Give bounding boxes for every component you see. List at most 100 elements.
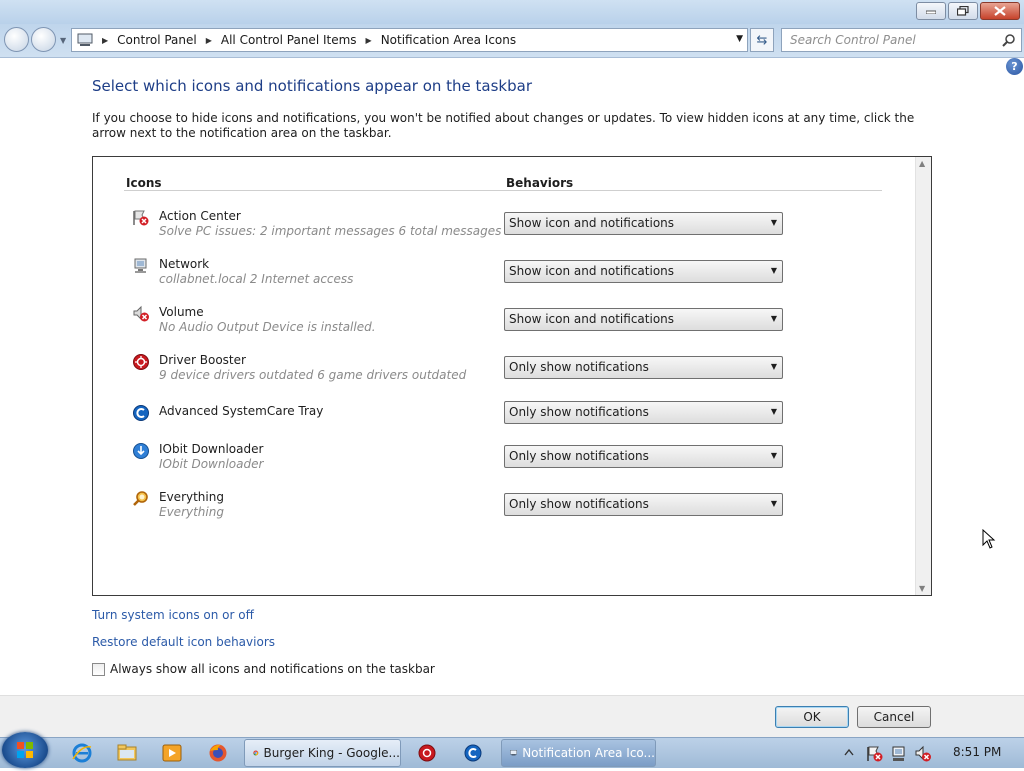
taskbar-item-label: Burger King - Google... bbox=[263, 746, 400, 760]
restore-defaults-link[interactable]: Restore default icon behaviors bbox=[92, 635, 275, 649]
breadcrumb-separator: ▶ bbox=[102, 35, 109, 45]
page-description: If you choose to hide icons and notifica… bbox=[92, 111, 915, 140]
refresh-icon: ⇆ bbox=[756, 32, 768, 48]
icon-name: Action Center bbox=[159, 209, 241, 223]
behavior-dropdown[interactable]: Only show notifications ▼ bbox=[504, 493, 783, 516]
close-button[interactable] bbox=[980, 2, 1020, 20]
show-hidden-icons-arrow-icon[interactable] bbox=[844, 748, 854, 756]
file-explorer-icon[interactable] bbox=[115, 741, 139, 765]
list-item: Driver Booster 9 device drivers outdated… bbox=[124, 353, 904, 393]
search-box[interactable] bbox=[781, 28, 1022, 52]
mouse-cursor-icon bbox=[982, 529, 996, 549]
network-icon bbox=[134, 258, 147, 273]
tray-network-icon[interactable] bbox=[890, 745, 908, 763]
icon-status: collabnet.local 2 Internet access bbox=[159, 272, 354, 286]
icon-status: Solve PC issues: 2 important messages 6 … bbox=[159, 224, 502, 238]
dropdown-arrow-icon: ▼ bbox=[770, 266, 777, 275]
restore-icon bbox=[957, 6, 969, 16]
always-show-row: Always show all icons and notifications … bbox=[92, 662, 435, 676]
recent-pages-dropdown[interactable]: ▼ bbox=[60, 36, 66, 45]
icon-status: IObit Downloader bbox=[159, 457, 264, 471]
breadcrumb-notification-area-icons[interactable]: Notification Area Icons bbox=[381, 33, 516, 47]
control-panel-taskbar-icon bbox=[510, 750, 517, 756]
driver-booster-taskbar-icon[interactable] bbox=[415, 741, 439, 765]
breadcrumb-all-control-panel-items[interactable]: All Control Panel Items bbox=[221, 33, 357, 47]
close-icon bbox=[994, 6, 1006, 16]
dropdown-arrow-icon: ▼ bbox=[770, 407, 777, 416]
restore-button[interactable] bbox=[948, 2, 978, 20]
vertical-scrollbar[interactable]: ▲ ▼ bbox=[915, 157, 931, 595]
list-item: Everything Everything Only show notifica… bbox=[124, 490, 904, 530]
tray-volume-icon[interactable] bbox=[914, 745, 932, 763]
list-item: IObit Downloader IObit Downloader Only s… bbox=[124, 442, 904, 482]
icon-name: Driver Booster bbox=[159, 353, 246, 367]
breadcrumb-separator[interactable]: ▶ bbox=[206, 36, 212, 45]
icon-name: Everything bbox=[159, 490, 224, 504]
behavior-value: Only show notifications bbox=[509, 449, 649, 463]
taskbar-item-notification-area-icons[interactable]: Notification Area Ico... bbox=[501, 739, 656, 767]
behavior-dropdown[interactable]: Show icon and notifications ▼ bbox=[504, 308, 783, 331]
icon-name: Network bbox=[159, 257, 210, 271]
scroll-down-arrow-icon[interactable]: ▼ bbox=[919, 584, 925, 593]
icon-status: Everything bbox=[159, 505, 224, 519]
taskbar-item-chrome[interactable]: Burger King - Google... bbox=[244, 739, 401, 767]
search-input[interactable] bbox=[788, 30, 998, 50]
navigation-bar: ▼ ▶ Control Panel ▶ All Control Panel It… bbox=[0, 24, 1024, 58]
chrome-icon bbox=[253, 750, 259, 756]
minimize-button[interactable] bbox=[916, 2, 946, 20]
start-button[interactable] bbox=[2, 732, 48, 768]
behavior-value: Show icon and notifications bbox=[509, 264, 675, 278]
breadcrumb-separator[interactable]: ▶ bbox=[366, 36, 372, 45]
internet-explorer-icon[interactable] bbox=[70, 741, 94, 765]
dropdown-arrow-icon: ▼ bbox=[770, 218, 777, 227]
list-item: Action Center Solve PC issues: 2 importa… bbox=[124, 209, 904, 249]
behavior-value: Only show notifications bbox=[509, 360, 649, 374]
behavior-value: Only show notifications bbox=[509, 497, 649, 511]
icon-name: Advanced SystemCare Tray bbox=[159, 404, 324, 418]
list-item: Network collabnet.local 2 Internet acces… bbox=[124, 257, 904, 297]
behavior-dropdown[interactable]: Only show notifications ▼ bbox=[504, 356, 783, 379]
breadcrumb-control-panel[interactable]: Control Panel bbox=[117, 33, 197, 47]
behavior-dropdown[interactable]: Show icon and notifications ▼ bbox=[504, 212, 783, 235]
turn-system-icons-link[interactable]: Turn system icons on or off bbox=[92, 608, 254, 622]
back-button[interactable] bbox=[4, 27, 29, 52]
search-icon bbox=[1002, 34, 1015, 47]
advanced-systemcare-icon bbox=[133, 405, 149, 421]
address-bar[interactable]: ▶ Control Panel ▶ All Control Panel Item… bbox=[71, 28, 748, 52]
page-title: Select which icons and notifications app… bbox=[92, 77, 532, 95]
tray-action-center-icon[interactable] bbox=[866, 745, 884, 763]
help-button[interactable]: ? bbox=[1006, 58, 1023, 75]
media-player-icon[interactable] bbox=[160, 741, 184, 765]
behavior-dropdown[interactable]: Show icon and notifications ▼ bbox=[504, 260, 783, 283]
cancel-button[interactable]: Cancel bbox=[857, 706, 931, 728]
list-item: Advanced SystemCare Tray Only show notif… bbox=[124, 401, 904, 444]
icon-name: Volume bbox=[159, 305, 204, 319]
column-header-icons: Icons bbox=[126, 176, 162, 190]
taskbar-clock[interactable]: 8:51 PM bbox=[953, 745, 1001, 759]
header-divider bbox=[124, 190, 882, 191]
title-bar bbox=[0, 0, 1024, 24]
dropdown-arrow-icon: ▼ bbox=[770, 314, 777, 323]
windows-logo-icon bbox=[17, 742, 33, 758]
volume-icon bbox=[133, 305, 149, 322]
forward-button[interactable] bbox=[31, 27, 56, 52]
behavior-value: Only show notifications bbox=[509, 405, 649, 419]
list-item: Volume No Audio Output Device is install… bbox=[124, 305, 904, 345]
control-panel-icon bbox=[77, 33, 93, 46]
behavior-dropdown[interactable]: Only show notifications ▼ bbox=[504, 401, 783, 424]
action-center-flag-icon bbox=[133, 210, 149, 226]
always-show-label[interactable]: Always show all icons and notifications … bbox=[110, 662, 435, 676]
advanced-systemcare-taskbar-icon[interactable] bbox=[461, 741, 485, 765]
driver-booster-icon bbox=[133, 354, 149, 370]
refresh-button[interactable]: ⇆ bbox=[750, 28, 774, 52]
scroll-up-arrow-icon[interactable]: ▲ bbox=[919, 159, 925, 168]
ok-button[interactable]: OK bbox=[775, 706, 849, 728]
column-header-behaviors: Behaviors bbox=[506, 176, 574, 190]
icon-status: 9 device drivers outdated 6 game drivers… bbox=[159, 368, 467, 382]
address-dropdown-icon[interactable]: ▼ bbox=[736, 34, 743, 44]
minimize-icon bbox=[926, 10, 936, 14]
firefox-icon[interactable] bbox=[206, 741, 230, 765]
dropdown-arrow-icon: ▼ bbox=[770, 362, 777, 371]
always-show-checkbox[interactable] bbox=[92, 662, 105, 676]
behavior-dropdown[interactable]: Only show notifications ▼ bbox=[504, 445, 783, 468]
